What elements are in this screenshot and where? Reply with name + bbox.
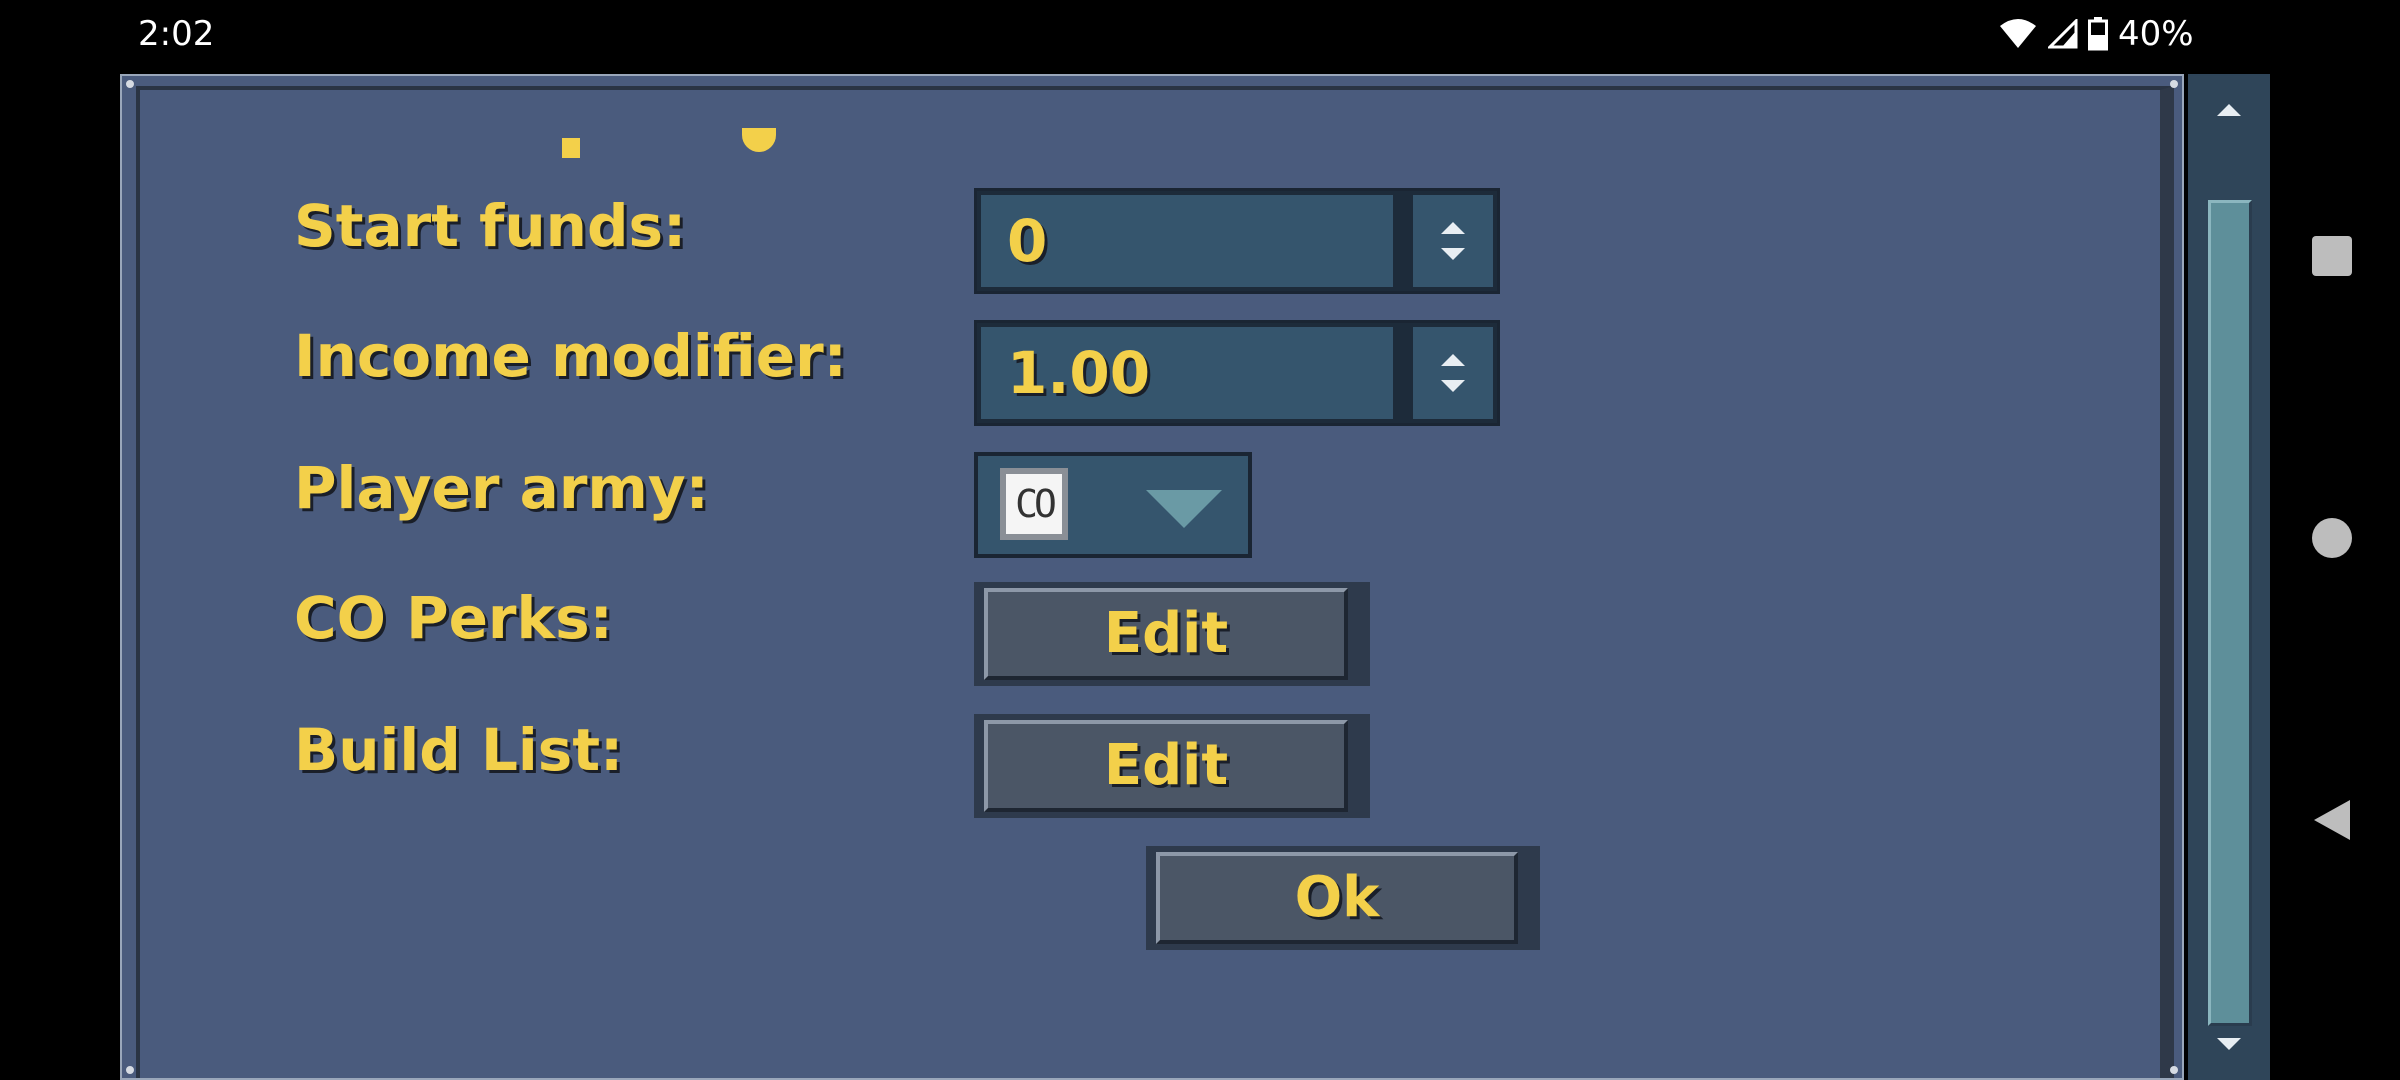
scroll-up-arrow-icon[interactable] [2217,104,2241,116]
decrement-arrow-icon[interactable] [1441,248,1465,260]
player-army-label: Player army: [294,454,709,522]
co-perks-label: CO Perks: [294,584,613,652]
scroll-thumb[interactable] [2208,200,2252,1026]
start-funds-value[interactable]: 0 [981,195,1401,287]
battery-icon [2088,17,2108,51]
navigation-bar [2270,72,2400,1080]
cell-signal-icon [2048,19,2078,49]
increment-arrow-icon[interactable] [1441,222,1465,234]
co-perks-edit-button[interactable]: Edit [984,588,1348,680]
recents-square-icon[interactable] [2310,234,2354,278]
income-modifier-label: Income modifier: [294,322,847,390]
start-funds-label: Start funds: [294,192,687,260]
build-list-edit-button[interactable]: Edit [984,720,1348,812]
player-army-dropdown[interactable]: CO [974,452,1252,558]
ok-button[interactable]: Ok [1156,852,1518,944]
ok-button-frame: Ok [1146,846,1540,950]
status-time: 2:02 [138,14,215,54]
income-modifier-spinbox[interactable]: 1.00 [974,320,1500,426]
rivet [2170,1066,2178,1074]
build-list-label: Build List: [294,716,624,784]
scroll-down-arrow-icon[interactable] [2217,1038,2241,1050]
co-perks-button-frame: Edit [974,582,1370,686]
settings-panel: Start funds: 0 Income modifier: 1.00 Pla… [120,74,2184,1080]
scrolled-heading-fragment [562,128,822,158]
rivet [126,1066,134,1074]
status-bar: 2:02 40% [0,0,2400,72]
back-triangle-icon[interactable] [2310,798,2354,842]
screen: 2:02 40% Start funds: 0 Income modifier:… [0,0,2400,1080]
start-funds-spinbox[interactable]: 0 [974,188,1500,294]
income-modifier-value[interactable]: 1.00 [981,327,1401,419]
rivet [2170,80,2178,88]
vertical-scrollbar[interactable] [2188,74,2270,1080]
build-list-button-frame: Edit [974,714,1370,818]
army-co-badge: CO [1000,468,1068,540]
wifi-icon [2000,19,2036,48]
status-icons: 40% [1998,14,2194,54]
income-modifier-stepper[interactable] [1413,327,1493,419]
battery-percent: 40% [2118,14,2194,54]
chevron-down-icon[interactable] [1146,490,1222,528]
start-funds-stepper[interactable] [1413,195,1493,287]
home-circle-icon[interactable] [2310,516,2354,560]
rivet [126,80,134,88]
increment-arrow-icon[interactable] [1441,354,1465,366]
decrement-arrow-icon[interactable] [1441,380,1465,392]
